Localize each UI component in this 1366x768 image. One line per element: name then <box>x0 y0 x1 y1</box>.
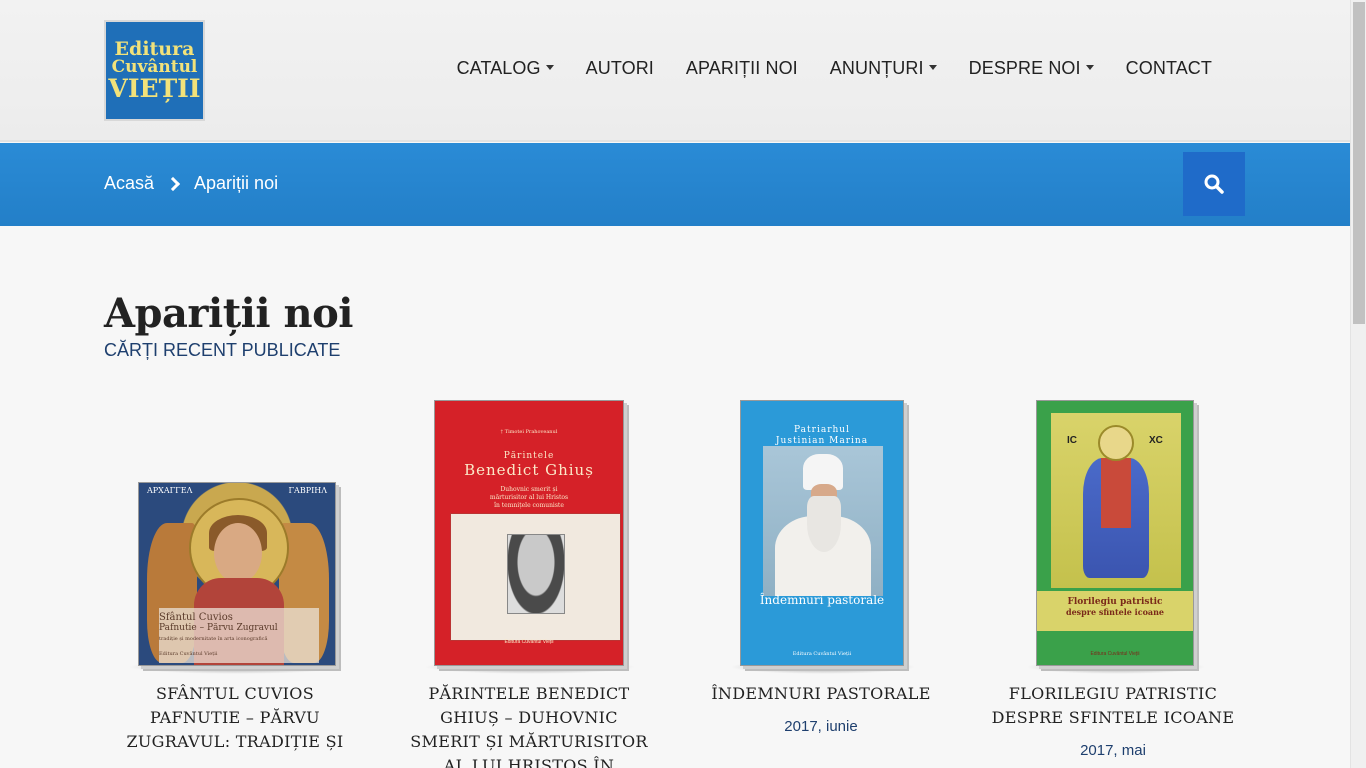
scrollbar-thumb[interactable] <box>1353 2 1365 324</box>
book-title-line: GHIUȘ – DUHOVNIC <box>440 708 618 727</box>
nav-catalog-label: CATALOG <box>456 58 541 78</box>
nav-autori-label: AUTORI <box>585 58 654 78</box>
cover-publisher: Editura Cuvântul Vieții <box>1090 651 1140 657</box>
nav-anunturi-label: ANUNȚURI <box>829 58 924 78</box>
cover-line: în temnițele comuniste <box>494 502 564 509</box>
breadcrumb-current: Apariții noi <box>194 173 279 193</box>
nav-contact-label: CONTACT <box>1125 58 1212 78</box>
book-title-line: ZUGRAVUL: TRADIȚIE ȘI <box>126 732 344 751</box>
cover-line: Părintele <box>503 451 555 461</box>
book-title-line: DESPRE SFINTELE ICOANE <box>991 708 1235 727</box>
breadcrumb: Acasă Apariții noi <box>104 173 278 194</box>
cover-publisher: Editura Cuvântul Vieții <box>504 639 554 645</box>
cover-title-plate: Sfântul Cuvios Pafnutie – Părvu Zugravul… <box>159 608 319 663</box>
book-title-4[interactable]: FLORILEGIU PATRISTIC DESPRE SFINTELE ICO… <box>988 682 1238 730</box>
main-nav: CATALOG AUTORI APARIȚII NOI ANUNȚURI DES… <box>441 58 1228 79</box>
nav-autori[interactable]: AUTORI <box>570 58 670 79</box>
nav-anunturi[interactable]: ANUNȚURI <box>814 58 953 79</box>
cover-top-band: ΑΡΧΑΓΓΕΛ ΓΑΒΡΙΗΛ <box>139 483 335 499</box>
cover-author: † Timotei Prahoveanul <box>500 429 558 435</box>
cover-line: Pafnutie – Părvu Zugravul <box>159 623 278 633</box>
cover-portrait <box>507 534 565 614</box>
nav-despre-noi[interactable]: DESPRE NOI <box>953 58 1110 79</box>
cover-top-left: ΑΡΧΑΓΓΕΛ <box>147 486 193 495</box>
cover-line: Duhovnic smerit și <box>500 486 558 493</box>
cover-title-band: Florilegiu patristic despre sfintele ico… <box>1037 591 1193 631</box>
chevron-right-icon <box>165 176 181 191</box>
cover-line: mărturisitor al lui Hristos <box>489 494 569 501</box>
cover-top-right: ΓΑΒΡΙΗΛ <box>288 486 327 495</box>
cover-art <box>1098 425 1134 461</box>
page-subtitle: CĂRȚI RECENT PUBLICATE <box>104 340 341 360</box>
site-logo[interactable]: Editura Cuvântul VIEȚII <box>104 20 205 121</box>
book-title-line: SFÂNTUL CUVIOS <box>156 684 314 703</box>
book-title-3[interactable]: ÎNDEMNURI PASTORALE <box>696 682 946 706</box>
nav-contact[interactable]: CONTACT <box>1110 58 1228 79</box>
cover-art <box>1101 458 1131 528</box>
cover-line: tradiție și modernitate în arta iconogra… <box>159 636 268 642</box>
book-title-line: ÎNDEMNURI PASTORALE <box>711 684 931 703</box>
caret-down-icon <box>928 64 937 70</box>
search-button[interactable] <box>1183 152 1245 216</box>
cover-line: Sfântul Cuvios <box>159 612 233 623</box>
search-icon <box>1204 174 1224 194</box>
cover-icon-panel: IC XC <box>1051 413 1181 588</box>
book-title-line: PĂRINTELE BENEDICT <box>428 684 630 703</box>
book-cover-1[interactable]: ΑΡΧΑΓΓΕΛ ΓΑΒΡΙΗΛ Sfântul Cuvios Pafnutie… <box>138 482 336 666</box>
nav-aparitii-noi-label: APARIȚII NOI <box>685 58 798 78</box>
page-scrollbar[interactable] <box>1350 0 1366 768</box>
cover-line: Patriarhul <box>794 425 850 435</box>
cover-name: Benedict Ghiuș <box>464 461 594 479</box>
cover-line: Îndemnuri pastorale <box>759 593 885 607</box>
caret-down-icon <box>545 64 554 70</box>
cover-line: despre sfintele icoane <box>1065 607 1165 617</box>
logo-line-3: VIEȚII <box>108 74 201 103</box>
book-title-line: AL LUI HRISTOS ÎN <box>443 756 615 768</box>
cover-publisher: Editura Cuvântul Vieții <box>792 651 852 657</box>
book-title-1[interactable]: SFÂNTUL CUVIOS PAFNUTIE – PĂRVU ZUGRAVUL… <box>110 682 360 754</box>
cover-photo-frame <box>450 513 621 641</box>
nav-catalog[interactable]: CATALOG <box>441 58 570 79</box>
book-date-4: 2017, mai <box>1080 742 1146 759</box>
page-title: Apariții noi <box>104 290 353 337</box>
cover-ic: IC <box>1067 435 1077 446</box>
nav-aparitii-noi[interactable]: APARIȚII NOI <box>670 58 814 79</box>
site-header: Editura Cuvântul VIEȚII CATALOG AUTORI A… <box>0 0 1350 142</box>
cover-xc: XC <box>1149 435 1163 446</box>
nav-despre-noi-label: DESPRE NOI <box>968 58 1081 78</box>
book-title-line: SMERIT ȘI MĂRTURISITOR <box>410 732 648 751</box>
book-date-3: 2017, iunie <box>784 718 858 735</box>
breadcrumb-home-link[interactable]: Acasă <box>104 173 154 194</box>
book-title-line: FLORILEGIU PATRISTIC <box>1008 684 1218 703</box>
cover-art <box>214 523 262 583</box>
cover-line: Florilegiu patristic <box>1067 597 1163 607</box>
book-title-2[interactable]: PĂRINTELE BENEDICT GHIUȘ – DUHOVNIC SMER… <box>404 682 654 768</box>
cover-portrait <box>763 446 883 596</box>
cover-line: Editura Cuvântul Vieții <box>159 651 218 657</box>
cover-art <box>807 496 841 552</box>
breadcrumb-bar: Acasă Apariții noi <box>0 143 1350 226</box>
cover-line: Justinian Marina <box>775 436 869 446</box>
caret-down-icon <box>1085 64 1094 70</box>
book-cover-4[interactable]: IC XC Florilegiu patristic despre sfinte… <box>1036 400 1194 666</box>
book-cover-3[interactable]: Patriarhul Justinian Marina Îndemnuri pa… <box>740 400 904 666</box>
book-title-line: PAFNUTIE – PĂRVU <box>150 708 320 727</box>
book-cover-2[interactable]: † Timotei Prahoveanul Părintele Benedict… <box>434 400 624 666</box>
